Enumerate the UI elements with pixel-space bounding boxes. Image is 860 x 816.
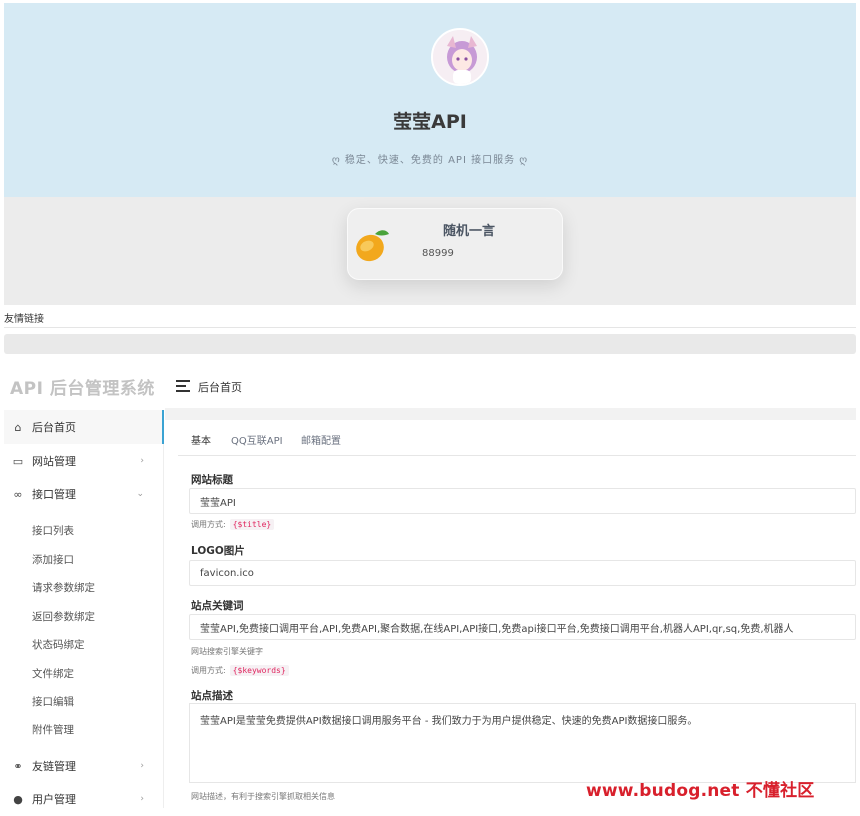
sidebar-item-home[interactable]: ⌂ 后台首页	[4, 410, 164, 444]
admin-system-title: API 后台管理系统	[10, 379, 155, 399]
tab-qq-connect[interactable]: QQ互联API	[231, 432, 283, 447]
chevron-right-icon: ›	[140, 456, 144, 466]
chain-icon: ⚭	[13, 759, 23, 773]
sidebar-subitem-add-api[interactable]: 添加接口	[32, 552, 74, 567]
sidebar-item-user-manage[interactable]: ● 用户管理 ›	[4, 782, 164, 816]
menu-toggle-icon[interactable]	[176, 380, 190, 395]
site-title-hint: 调用方式: {$title}	[191, 519, 275, 530]
description-label: 站点描述	[191, 690, 233, 702]
sidebar-subitem-request-params[interactable]: 请求参数绑定	[32, 580, 95, 595]
keywords-call-hint: 调用方式: {$keywords}	[191, 665, 289, 676]
sidebar-item-label: 后台首页	[32, 421, 76, 434]
user-icon: ●	[13, 792, 23, 806]
sidebar-subitem-api-list[interactable]: 接口列表	[32, 523, 74, 538]
site-title-input[interactable]: 莹莹API	[189, 488, 856, 514]
sidebar-subitem-api-edit[interactable]: 接口编辑	[32, 694, 74, 709]
watermark: www.budog.net 不懂社区	[586, 781, 815, 801]
site-subtitle: ღ 稳定、快速、免费的 API 接口服务 ღ	[331, 155, 529, 166]
keywords-label: 站点关键词	[191, 600, 244, 612]
sidebar: ⌂ 后台首页 ▭ 网站管理 › ∞ 接口管理 ⌄ 接口列表 添加接口 请求参数绑…	[4, 410, 164, 808]
random-quote-card: 随机一言 88999	[347, 208, 563, 280]
description-hint: 网站描述，有利于搜索引擎抓取相关信息	[191, 792, 335, 801]
sidebar-item-label: 友链管理	[32, 760, 76, 773]
page-title: 后台首页	[198, 381, 242, 394]
friend-links-label: 友情链接	[4, 314, 44, 325]
sidebar-subitem-file-bind[interactable]: 文件绑定	[32, 666, 74, 681]
sidebar-item-label: 接口管理	[32, 488, 76, 501]
logo-label: LOGO图片	[191, 545, 245, 557]
monitor-icon: ▭	[12, 454, 24, 468]
footer-bar	[4, 334, 856, 354]
chevron-right-icon: ›	[140, 794, 144, 804]
site-hero: 莹莹API ღ 稳定、快速、免费的 API 接口服务 ღ	[4, 3, 856, 197]
tab-email-config[interactable]: 邮箱配置	[301, 432, 341, 447]
quote-text: 88999	[422, 248, 454, 259]
sidebar-subitem-status-codes[interactable]: 状态码绑定	[32, 637, 85, 652]
home-icon: ⌂	[14, 420, 22, 434]
link-icon: ∞	[13, 487, 23, 501]
sidebar-item-label: 用户管理	[32, 793, 76, 806]
sidebar-item-site-manage[interactable]: ▭ 网站管理 ›	[4, 444, 164, 478]
divider	[4, 327, 856, 328]
chevron-right-icon: ›	[140, 761, 144, 771]
sidebar-item-api-manage[interactable]: ∞ 接口管理 ⌄	[4, 477, 164, 511]
site-title: 莹莹API	[393, 111, 467, 133]
sidebar-item-label: 网站管理	[32, 455, 76, 468]
keywords-hint: 网站搜索引擎关键字	[191, 647, 263, 656]
sidebar-subitem-attachments[interactable]: 附件管理	[32, 722, 74, 737]
settings-tabs: 基本 QQ互联API 邮箱配置	[178, 428, 856, 456]
avatar	[431, 28, 489, 86]
keywords-input[interactable]: 莹莹API,免费接口调用平台,API,免费API,聚合数据,在线API,API接…	[189, 614, 856, 640]
hint-text: 调用方式:	[191, 666, 226, 675]
site-title-label: 网站标题	[191, 474, 233, 486]
description-textarea[interactable]: 莹莹API是莹莹免费提供API数据接口调用服务平台 - 我们致力于为用户提供稳定…	[189, 703, 856, 783]
title-code-tag: {$title}	[229, 519, 275, 530]
tab-basic[interactable]: 基本	[191, 432, 211, 447]
content-divider	[165, 408, 856, 420]
mango-icon	[356, 230, 389, 262]
quote-title: 随机一言	[443, 224, 496, 239]
sidebar-item-link-manage[interactable]: ⚭ 友链管理 ›	[4, 749, 164, 783]
chevron-down-icon: ⌄	[136, 489, 144, 499]
keywords-code-tag: {$keywords}	[229, 665, 289, 676]
logo-input[interactable]: favicon.ico	[189, 560, 856, 586]
hint-text: 调用方式:	[191, 520, 226, 529]
sidebar-subitem-return-params[interactable]: 返回参数绑定	[32, 609, 95, 624]
